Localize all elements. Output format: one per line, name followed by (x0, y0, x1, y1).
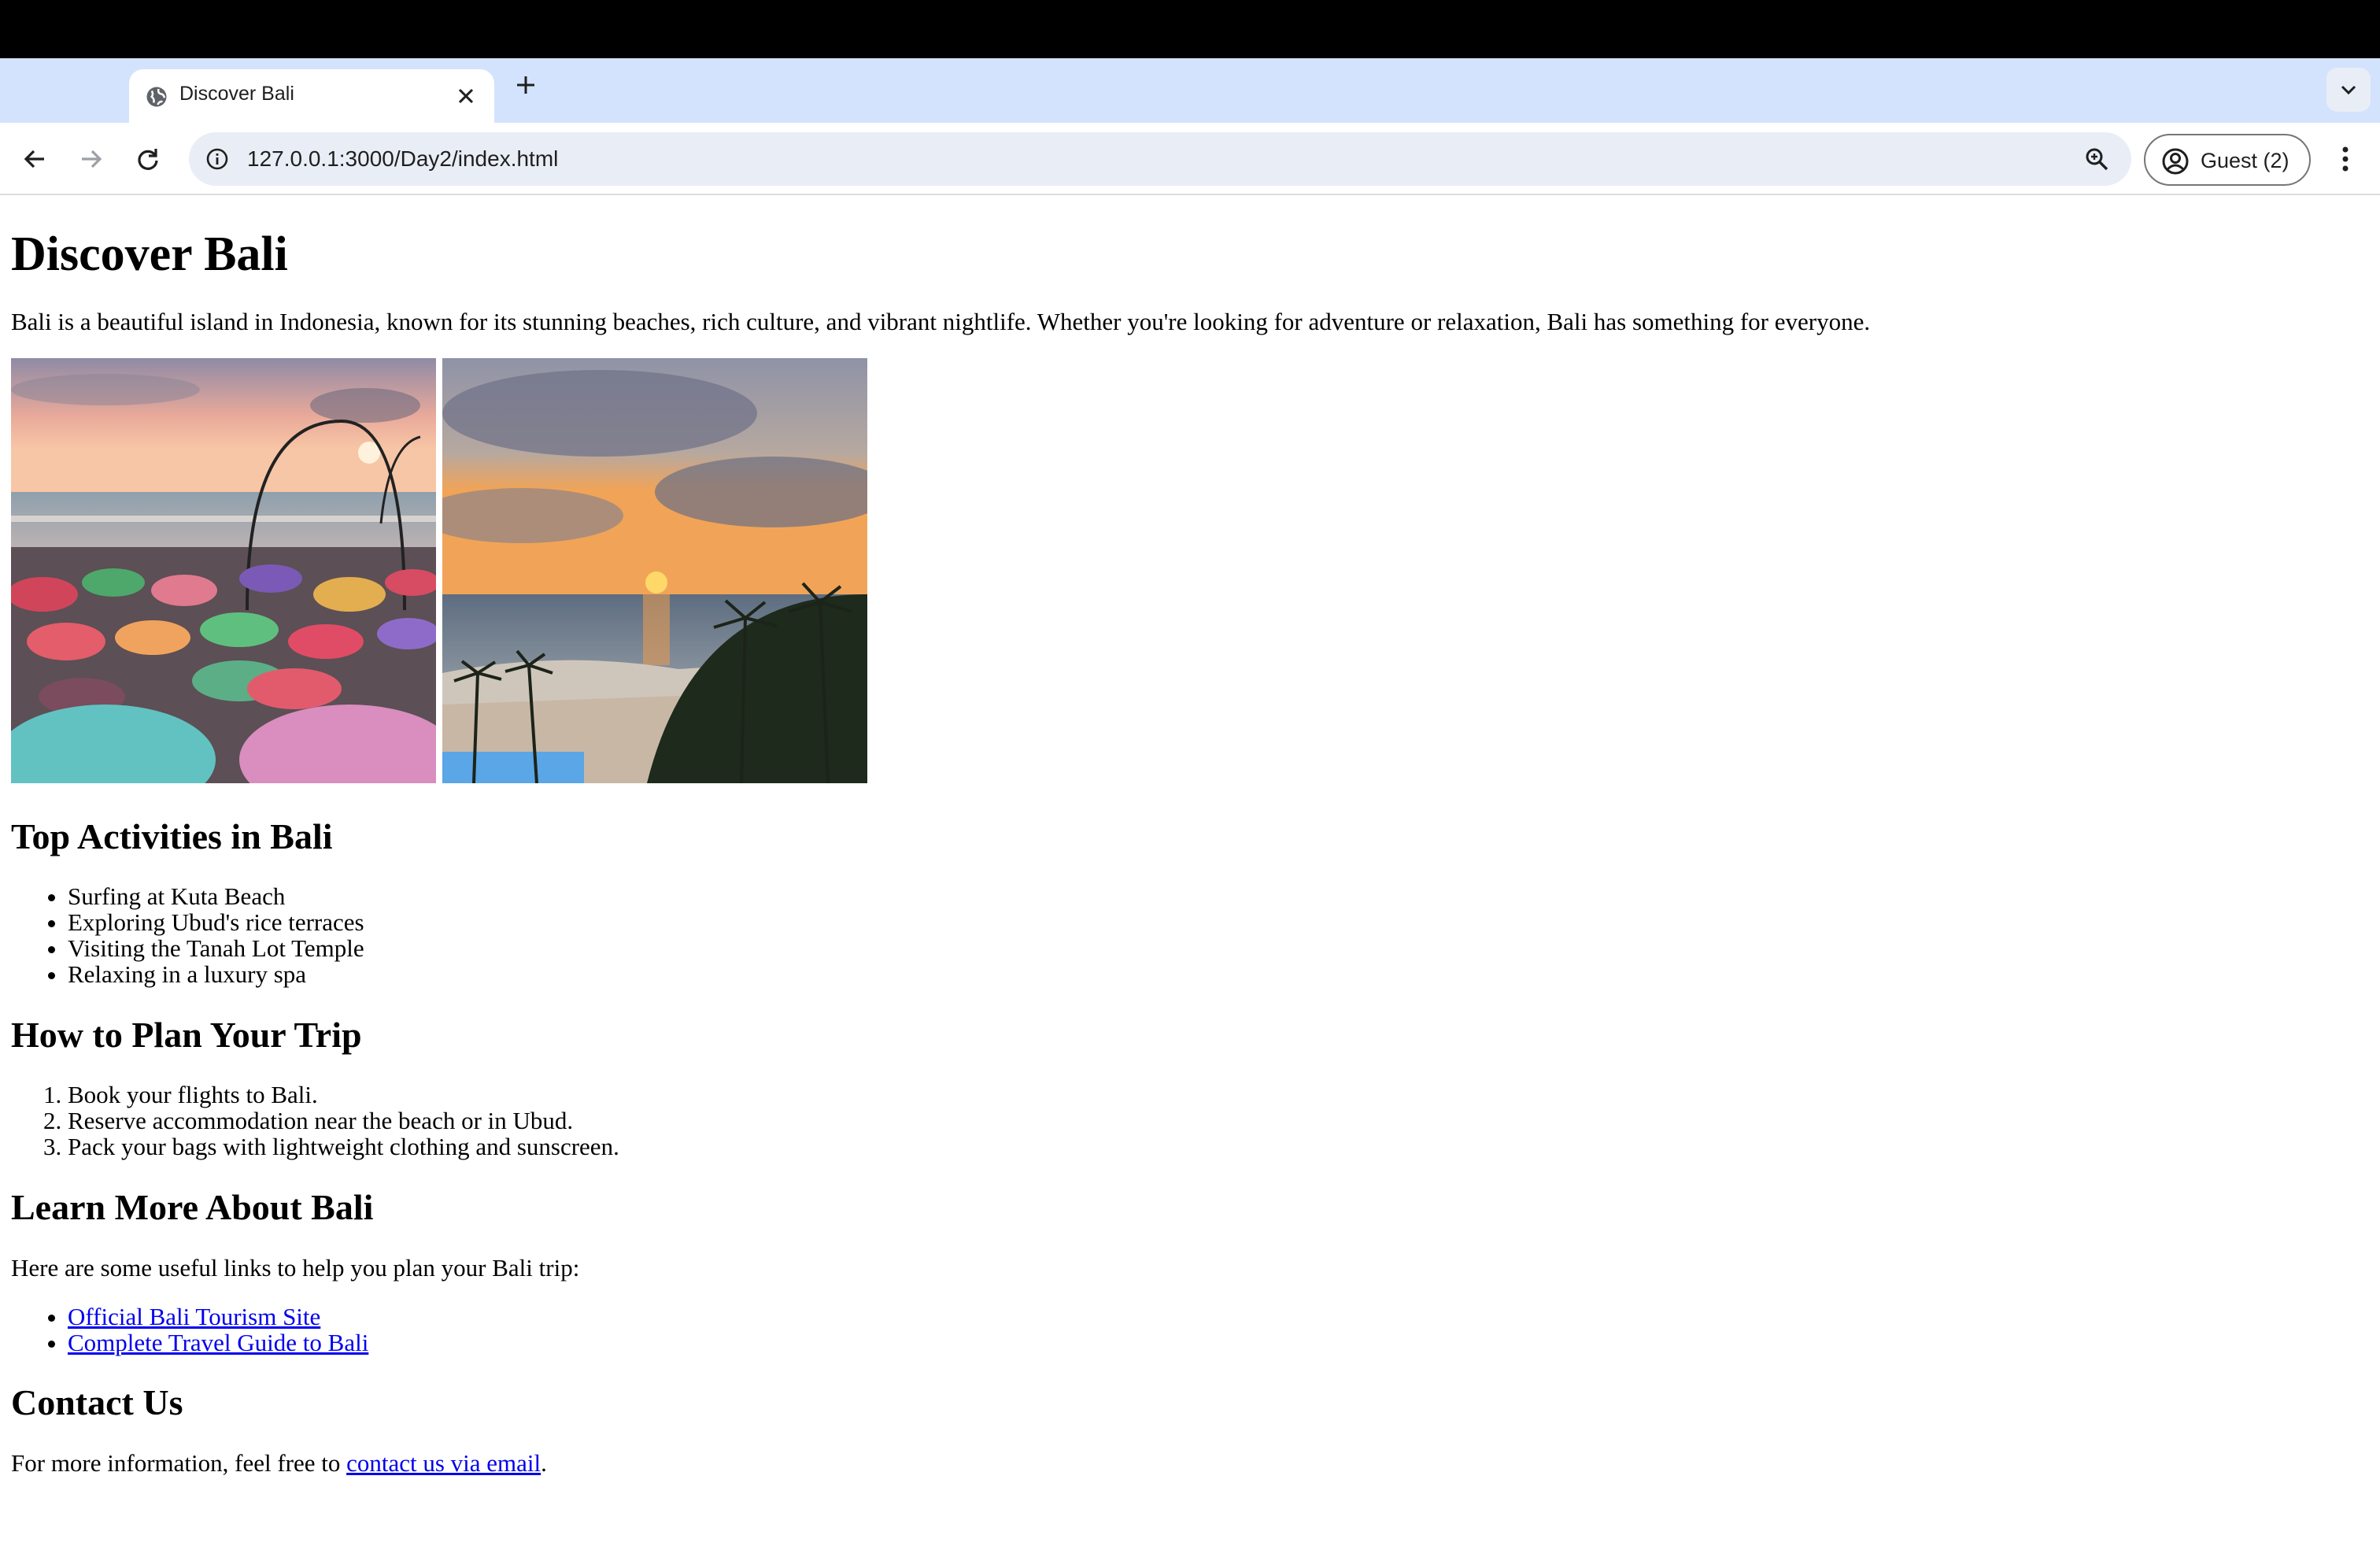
close-tab-icon[interactable] (450, 80, 482, 112)
address-bar[interactable]: 127.0.0.1:3000/Day2/index.html (189, 132, 2131, 186)
list-item: Reserve accommodation near the beach or … (68, 1108, 619, 1134)
activities-list: Surfing at Kuta Beach Exploring Ubud's r… (68, 883, 364, 987)
learn-more-heading: Learn More About Bali (11, 1187, 374, 1227)
zoom-icon[interactable] (2081, 143, 2112, 175)
intro-paragraph: Bali is a beautiful island in Indonesia,… (11, 308, 1871, 335)
contact-heading: Contact Us (11, 1382, 183, 1422)
list-item: Official Bali Tourism Site (68, 1304, 368, 1330)
page-content: Discover Bali Bali is a beautiful island… (0, 197, 2380, 1546)
profile-label: Guest (2) (2201, 149, 2289, 172)
photo-gallery (11, 358, 869, 783)
list-item: Exploring Ubud's rice terraces (68, 909, 364, 935)
list-item: Pack your bags with lightweight clothing… (68, 1134, 619, 1160)
list-item: Surfing at Kuta Beach (68, 883, 364, 909)
travel-guide-link[interactable]: Complete Travel Guide to Bali (68, 1329, 368, 1356)
learn-more-text: Here are some useful links to help you p… (11, 1254, 580, 1282)
back-arrow-icon[interactable] (14, 139, 55, 179)
site-info-icon[interactable] (198, 140, 236, 178)
page-title: Discover Bali (11, 227, 288, 281)
contact-text-before: For more information, feel free to (11, 1449, 347, 1477)
tab-search-chevron-icon[interactable] (2326, 68, 2371, 112)
tab-title: Discover Bali (179, 83, 294, 105)
useful-links-list: Official Bali Tourism Site Complete Trav… (68, 1304, 368, 1356)
list-item: Visiting the Tanah Lot Temple (68, 935, 364, 961)
forward-arrow-icon[interactable] (71, 139, 112, 179)
account-circle-icon (2161, 147, 2190, 176)
official-tourism-link[interactable]: Official Bali Tourism Site (68, 1303, 320, 1330)
more-vert-icon[interactable] (2328, 139, 2363, 179)
contact-text-after: . (541, 1449, 547, 1477)
new-tab-icon[interactable] (510, 69, 541, 101)
profile-button[interactable]: Guest (2) (2144, 134, 2311, 186)
tab-strip: Discover Bali (0, 58, 2380, 123)
tab-discover-bali[interactable]: Discover Bali (129, 69, 494, 123)
sunset-palms-image (442, 358, 867, 783)
list-item: Book your flights to Bali. (68, 1082, 619, 1108)
url-text[interactable]: 127.0.0.1:3000/Day2/index.html (247, 146, 558, 172)
contact-text: For more information, feel free to conta… (11, 1450, 547, 1476)
list-item: Complete Travel Guide to Bali (68, 1330, 368, 1356)
contact-email-link[interactable]: contact us via email (346, 1449, 541, 1477)
list-item: Relaxing in a luxury spa (68, 961, 364, 987)
browser-toolbar: 127.0.0.1:3000/Day2/index.html Guest (2) (0, 123, 2380, 195)
globe-icon (145, 85, 168, 109)
beach-umbrellas-image (11, 358, 436, 783)
activities-heading: Top Activities in Bali (11, 816, 333, 856)
plan-heading: How to Plan Your Trip (11, 1015, 362, 1055)
reload-icon[interactable] (128, 139, 168, 179)
plan-steps-list: Book your flights to Bali. Reserve accom… (68, 1082, 619, 1160)
system-top-bar (0, 0, 2380, 58)
